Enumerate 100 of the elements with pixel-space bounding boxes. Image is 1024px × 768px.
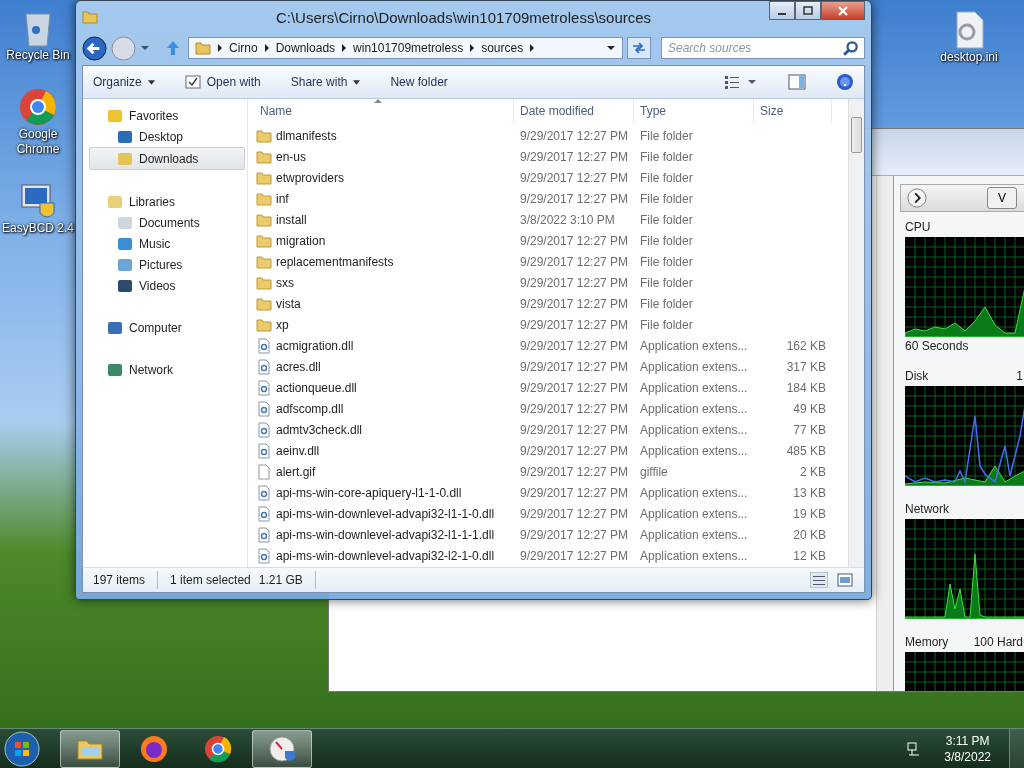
caret-icon[interactable] xyxy=(606,45,616,51)
file-name[interactable]: actionqueue.dll xyxy=(276,380,357,395)
file-name[interactable]: api-ms-win-downlevel-advapi32-l2-1-0.dll xyxy=(276,548,495,563)
nav-item[interactable]: Downloads xyxy=(89,147,245,170)
chevron-icon[interactable] xyxy=(529,44,536,52)
type-cell-text: File folder xyxy=(639,275,694,290)
gear-file-icon xyxy=(256,400,272,417)
chrome-icon xyxy=(203,733,233,764)
nav-item[interactable]: Desktop xyxy=(83,126,247,147)
type-cell-text: Application extens... xyxy=(639,422,749,437)
file-name[interactable]: admtv3check.dll xyxy=(276,422,363,437)
address-bar[interactable]: Cirno Downloads win101709metroless sources xyxy=(188,37,623,59)
file-name[interactable]: vista xyxy=(276,296,301,311)
chevron-icon[interactable] xyxy=(341,44,348,52)
file-name[interactable]: acres.dll xyxy=(276,359,321,374)
breadcrumb[interactable]: Downloads xyxy=(275,41,336,55)
refresh-button[interactable] xyxy=(627,37,651,59)
file-name[interactable]: etwproviders xyxy=(276,170,345,185)
close-button[interactable] xyxy=(821,1,865,20)
file-name[interactable]: acmigration.dll xyxy=(276,338,354,353)
size-cell-text: 12 KB xyxy=(792,548,827,563)
gear-file-icon xyxy=(256,505,272,522)
breadcrumb[interactable]: sources xyxy=(481,41,524,55)
toolbar-button[interactable]: New folder xyxy=(390,75,448,89)
preview-pane-icon[interactable] xyxy=(788,73,806,91)
file-name[interactable]: api-ms-win-downlevel-advapi32-l1-1-0.dll xyxy=(276,506,495,521)
breadcrumb[interactable]: win101709metroless xyxy=(353,41,464,55)
column-header[interactable]: Name xyxy=(254,99,514,123)
file-name[interactable]: aeinv.dll xyxy=(276,443,320,458)
date-cell-text: 9/29/2017 12:27 PM xyxy=(519,149,630,164)
file-name[interactable]: alert.gif xyxy=(276,464,316,479)
desktop-icon-label[interactable]: Recycle Bin xyxy=(6,48,70,63)
view-options-icon[interactable] xyxy=(724,74,758,90)
size-cell-text: 20 KB xyxy=(792,527,827,542)
toolbar-button[interactable]: Open with xyxy=(184,75,261,89)
start-button[interactable] xyxy=(4,730,40,767)
chevron-icon[interactable] xyxy=(469,44,476,52)
toolbar-button[interactable]: Organize xyxy=(93,75,155,89)
taskbar-button[interactable] xyxy=(252,729,312,768)
date-cell-text: 9/29/2017 12:27 PM xyxy=(519,506,630,521)
type-cell-text: Application extens... xyxy=(639,401,749,416)
column-header[interactable]: Date modified xyxy=(514,99,634,123)
scrollbar[interactable] xyxy=(848,99,864,567)
nav-item[interactable]: Libraries xyxy=(83,191,247,212)
nav-item[interactable]: Computer xyxy=(83,317,247,338)
file-name[interactable]: dlmanifests xyxy=(276,128,337,143)
file-name[interactable]: api-ms-win-core-apiquery-l1-1-0.dll xyxy=(276,485,462,500)
chevron-icon[interactable] xyxy=(217,44,223,52)
window-title: C:\Users\Cirno\Downloads\win101709metroless\sources xyxy=(274,8,653,26)
file-name[interactable]: api-ms-win-downlevel-advapi32-l1-1-1.dll xyxy=(276,527,495,542)
firefox-icon xyxy=(139,733,169,764)
type-cell-text: File folder xyxy=(639,149,694,164)
history-caret-icon[interactable] xyxy=(140,45,150,51)
gear-file-icon xyxy=(256,547,272,564)
nav-item[interactable]: Pictures xyxy=(83,254,247,275)
date-cell-text: 9/29/2017 12:27 PM xyxy=(519,191,630,206)
caret-icon xyxy=(147,79,155,85)
file-name[interactable]: adfscomp.dll xyxy=(276,401,344,416)
file-name[interactable]: en-us xyxy=(276,149,307,164)
graph-title: Memory xyxy=(905,635,949,649)
minimize-button[interactable] xyxy=(769,1,795,20)
gauge-icon xyxy=(267,733,297,764)
date-cell-text: 9/29/2017 12:27 PM xyxy=(519,338,630,353)
help-icon[interactable] xyxy=(836,73,854,91)
file-name[interactable]: install xyxy=(276,212,307,227)
details-view-icon[interactable] xyxy=(810,572,828,588)
gear-file-icon xyxy=(256,484,272,501)
file-name[interactable]: inf xyxy=(276,191,289,206)
file-name[interactable]: replacementmanifests xyxy=(276,254,394,269)
search-icon xyxy=(843,40,859,56)
views-button[interactable]: V xyxy=(987,187,1017,209)
chevron-icon[interactable] xyxy=(263,44,270,52)
gear-file-icon xyxy=(256,358,272,375)
thumbnail-view-icon[interactable] xyxy=(836,572,854,588)
nav-item[interactable]: Network xyxy=(83,359,247,380)
nav-item[interactable]: Videos xyxy=(83,275,247,296)
type-cell-text: File folder xyxy=(639,191,694,206)
date-cell-text: 9/29/2017 12:27 PM xyxy=(519,527,630,542)
graph-title: Network xyxy=(905,502,949,516)
column-header[interactable]: Type xyxy=(634,99,754,123)
nav-item[interactable]: Favorites xyxy=(83,105,247,126)
file-name[interactable]: migration xyxy=(276,233,326,248)
scrollbar[interactable] xyxy=(876,176,893,691)
search-field[interactable]: Search sources xyxy=(661,37,865,59)
maximize-button[interactable] xyxy=(795,1,821,20)
date-cell-text: 9/29/2017 12:27 PM xyxy=(519,548,630,563)
file-name[interactable]: xp xyxy=(276,317,289,332)
breadcrumb[interactable]: Cirno xyxy=(229,41,258,55)
toolbar-button[interactable]: Share with xyxy=(290,75,361,89)
show-desktop-button[interactable] xyxy=(1009,728,1024,768)
file-name[interactable]: sxs xyxy=(276,275,294,290)
clock-time[interactable]: 3:11 PM xyxy=(945,732,990,749)
nav-item[interactable]: Documents xyxy=(83,212,247,233)
back-button[interactable] xyxy=(82,35,107,61)
clock-date[interactable]: 3/8/2022 xyxy=(944,748,991,765)
graph-reading: 1 xyxy=(1016,369,1023,383)
taskbar-button[interactable] xyxy=(60,729,120,768)
chrome-icon[interactable] xyxy=(18,87,58,127)
nav-item[interactable]: Music xyxy=(83,233,247,254)
column-header[interactable]: Size xyxy=(754,99,832,123)
